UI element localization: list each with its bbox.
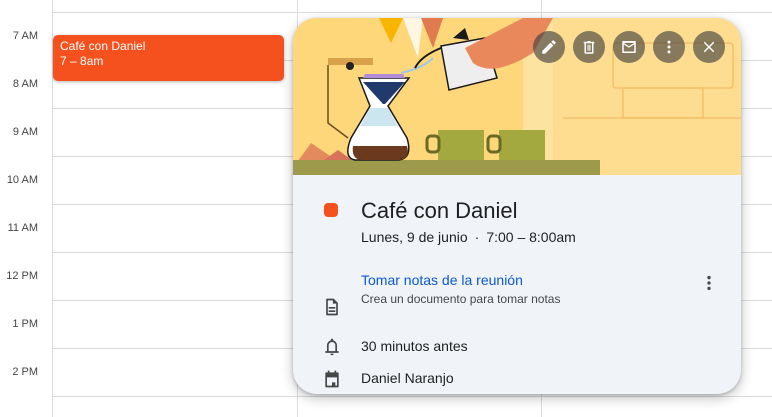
hour-label: 12 PM (6, 270, 38, 282)
popup-body: Café con Daniel Lunes, 9 de junio · 7:00 –… (293, 175, 741, 394)
hour-label: 11 AM (7, 222, 38, 234)
hour-label: 1 PM (12, 318, 38, 330)
organizer-text: Daniel Naranjo (361, 370, 454, 386)
more-vert-icon (667, 40, 671, 54)
event-datetime: Lunes, 9 de junio · 7:00 – 8:00am (361, 229, 576, 245)
event-time-range: 7:00 – 8:00am (486, 229, 576, 245)
hour-label: 8 AM (12, 78, 38, 90)
popup-actions (533, 31, 725, 63)
bell-icon (322, 337, 342, 357)
event-date: Lunes, 9 de junio (361, 229, 468, 245)
document-icon (322, 297, 342, 317)
mail-icon (622, 41, 636, 53)
event-chip[interactable]: Café con Daniel 7 – 8am (53, 35, 284, 81)
hour-label: 7 AM (12, 30, 38, 42)
datetime-separator: · (474, 229, 480, 245)
hour-line (52, 396, 772, 397)
event-color-swatch (324, 203, 338, 217)
hour-line (52, 12, 772, 13)
reminder-text: 30 minutos antes (361, 338, 468, 354)
delete-button[interactable] (573, 31, 605, 63)
take-notes-description: Crea un documento para tomar notas (361, 292, 561, 306)
close-icon (703, 41, 715, 53)
event-chip-time: 7 – 8am (60, 54, 104, 68)
trash-icon (583, 41, 595, 54)
edit-button[interactable] (533, 31, 565, 63)
hour-label: 2 PM (12, 366, 38, 378)
more-vert-icon (707, 275, 711, 291)
calendar-icon (322, 369, 342, 389)
pencil-icon (542, 40, 556, 54)
hour-label: 9 AM (12, 126, 38, 138)
notes-more-button[interactable] (697, 271, 721, 295)
take-notes-link[interactable]: Tomar notas de la reunión (361, 272, 523, 288)
event-details-popup: Café con Daniel Lunes, 9 de junio · 7:00 –… (293, 18, 741, 394)
hour-label: 10 AM (6, 174, 38, 186)
email-button[interactable] (613, 31, 645, 63)
event-title: Café con Daniel (361, 198, 518, 223)
options-button[interactable] (653, 31, 685, 63)
close-button[interactable] (693, 31, 725, 63)
event-chip-title: Café con Daniel (60, 39, 146, 53)
